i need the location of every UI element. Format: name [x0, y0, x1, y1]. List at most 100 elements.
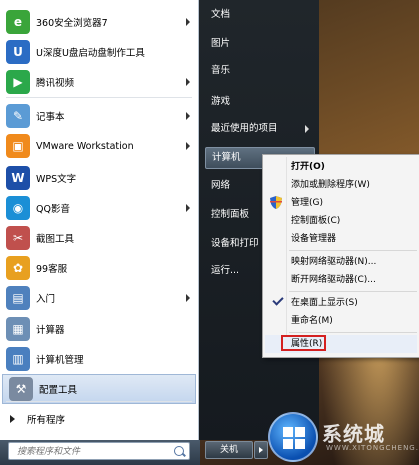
- context-menu-separator: [289, 332, 417, 333]
- expand-triangle-icon: [10, 415, 15, 423]
- program-item-label: WPS文字: [36, 174, 77, 185]
- program-item[interactable]: ▤ 入门: [0, 283, 198, 313]
- places-item-label: 图片: [211, 38, 231, 49]
- places-item[interactable]: 游戏: [205, 91, 315, 113]
- all-programs-button[interactable]: 所有程序: [0, 408, 198, 430]
- wps-icon: W: [6, 166, 30, 190]
- places-item[interactable]: 图片: [205, 33, 315, 55]
- tencent-video-icon: ▶: [6, 70, 30, 94]
- start-menu-programs-pane: 所有程序 e 360安全浏览器7 U U深度U盘启动盘制作工具 ▶ 腾讯视频 ✎ 记事本 ▣ VM…: [0, 0, 199, 440]
- getting-started-icon: ▤: [6, 286, 30, 310]
- context-menu-item[interactable]: 管理(G): [265, 194, 417, 212]
- program-item[interactable]: ⚒ 配置工具: [2, 374, 196, 404]
- context-menu-item[interactable]: 在桌面上显示(S): [265, 294, 417, 312]
- separator: [6, 401, 192, 402]
- places-item-label: 网络: [211, 180, 231, 191]
- context-menu-item[interactable]: 重命名(M): [265, 312, 417, 330]
- program-item[interactable]: ▣ VMware Workstation: [0, 131, 198, 161]
- context-menu-item-label: 打开(O): [291, 162, 325, 172]
- qq-player-icon: ◉: [6, 196, 30, 220]
- context-menu-item[interactable]: 设备管理器: [265, 230, 417, 248]
- program-item[interactable]: ✎ 记事本: [0, 101, 198, 131]
- context-menu-item-label: 重命名(M): [291, 316, 333, 326]
- submenu-arrow-icon[interactable]: [305, 125, 309, 133]
- submenu-arrow-icon[interactable]: [186, 18, 190, 26]
- windows-logo-icon: [268, 412, 318, 462]
- snipping-tool-icon: ✂: [6, 226, 30, 250]
- program-item-label: 计算器: [36, 325, 65, 336]
- places-item-label: 计算机: [212, 152, 241, 163]
- context-menu-item-label: 控制面板(C): [291, 216, 341, 226]
- vmware-icon: ▣: [6, 134, 30, 158]
- search-input[interactable]: [15, 444, 169, 460]
- context-menu-item[interactable]: 断开网络驱动器(C)...: [265, 271, 417, 289]
- context-menu-item[interactable]: 映射网络驱动器(N)...: [265, 253, 417, 271]
- submenu-arrow-icon[interactable]: [186, 112, 190, 120]
- context-menu-item[interactable]: 添加或删除程序(W): [265, 176, 417, 194]
- highlight-box: [281, 335, 326, 351]
- program-item-label: 配置工具: [39, 385, 78, 396]
- places-item[interactable]: 音乐: [205, 60, 315, 82]
- shutdown-options-arrow[interactable]: [254, 441, 268, 459]
- program-item[interactable]: ▶ 腾讯视频: [0, 67, 198, 97]
- program-item-label: 360安全浏览器7: [36, 18, 108, 29]
- context-menu-item-label: 映射网络驱动器(N)...: [291, 257, 377, 267]
- program-item[interactable]: e 360安全浏览器7: [0, 7, 198, 37]
- shutdown-button[interactable]: 关机: [205, 441, 253, 459]
- all-programs-label: 所有程序: [27, 415, 66, 426]
- program-item[interactable]: ◉ QQ影音: [0, 193, 198, 223]
- program-item[interactable]: ✂ 截图工具: [0, 223, 198, 253]
- program-item[interactable]: ▥ 计算机管理: [0, 344, 198, 374]
- context-menu-item[interactable]: 打开(O): [265, 158, 417, 176]
- context-menu-item-label: 断开网络驱动器(C)...: [291, 275, 376, 285]
- submenu-arrow-icon[interactable]: [186, 204, 190, 212]
- browser-360-icon: e: [6, 10, 30, 34]
- places-item-label: 设备和打印: [211, 238, 259, 249]
- program-item-label: 计算机管理: [36, 355, 84, 366]
- program-item-label: 腾讯视频: [36, 78, 75, 89]
- program-item-label: 记事本: [36, 112, 65, 123]
- context-menu-separator: [289, 250, 417, 251]
- context-menu-item-label: 在桌面上显示(S): [291, 298, 358, 308]
- calculator-icon: ▦: [6, 317, 30, 341]
- context-menu-item-label: 添加或删除程序(W): [291, 180, 370, 190]
- context-menu-item[interactable]: 控制面板(C): [265, 212, 417, 230]
- places-item-label: 游戏: [211, 96, 231, 107]
- program-item[interactable]: U U深度U盘启动盘制作工具: [0, 37, 198, 67]
- context-menu-item-label: 设备管理器: [291, 234, 337, 244]
- program-item-label: 入门: [36, 294, 56, 305]
- places-item-label: 音乐: [211, 65, 231, 76]
- program-item[interactable]: W WPS文字: [0, 163, 198, 193]
- usb-tool-icon: U: [6, 40, 30, 64]
- program-item-label: 截图工具: [36, 234, 75, 245]
- watermark-url: WWW.XITONGCHENG.COM: [326, 444, 419, 452]
- program-item-label: QQ影音: [36, 204, 70, 215]
- program-item-label: VMware Workstation: [36, 140, 134, 152]
- places-item-label: 控制面板: [211, 209, 250, 220]
- notepad-icon: ✎: [6, 104, 30, 128]
- config-tool-icon: ⚒: [9, 377, 33, 401]
- submenu-arrow-icon[interactable]: [186, 78, 190, 86]
- pinwheel-icon: ✿: [6, 256, 30, 280]
- places-item[interactable]: 最近使用的项目: [205, 118, 315, 140]
- places-item-label: 最近使用的项目: [211, 123, 278, 134]
- program-item-label: 99客服: [36, 264, 68, 275]
- places-item[interactable]: 文档: [205, 4, 315, 26]
- submenu-arrow-icon[interactable]: [186, 142, 190, 150]
- watermark-brand: 系统城: [322, 422, 385, 446]
- context-menu-separator: [289, 291, 417, 292]
- checkmark-icon: [272, 294, 284, 306]
- program-item[interactable]: ▦ 计算器: [0, 314, 198, 344]
- search-box[interactable]: [8, 442, 190, 460]
- program-item[interactable]: ✿ 99客服: [0, 253, 198, 283]
- places-item-label: 文档: [211, 9, 231, 20]
- computer-context-menu: 打开(O) 添加或删除程序(W) 管理(G) 控制面板(C) 设备管理器映射网络驱动器(…: [262, 154, 419, 358]
- context-menu-item-label: 管理(G): [291, 198, 323, 208]
- submenu-arrow-icon[interactable]: [186, 294, 190, 302]
- search-icon[interactable]: [174, 446, 184, 456]
- program-item-label: U深度U盘启动盘制作工具: [36, 48, 145, 59]
- uac-shield-icon: [270, 196, 282, 209]
- places-item-label: 运行...: [211, 265, 240, 276]
- separator: [6, 97, 192, 98]
- computer-management-icon: ▥: [6, 347, 30, 371]
